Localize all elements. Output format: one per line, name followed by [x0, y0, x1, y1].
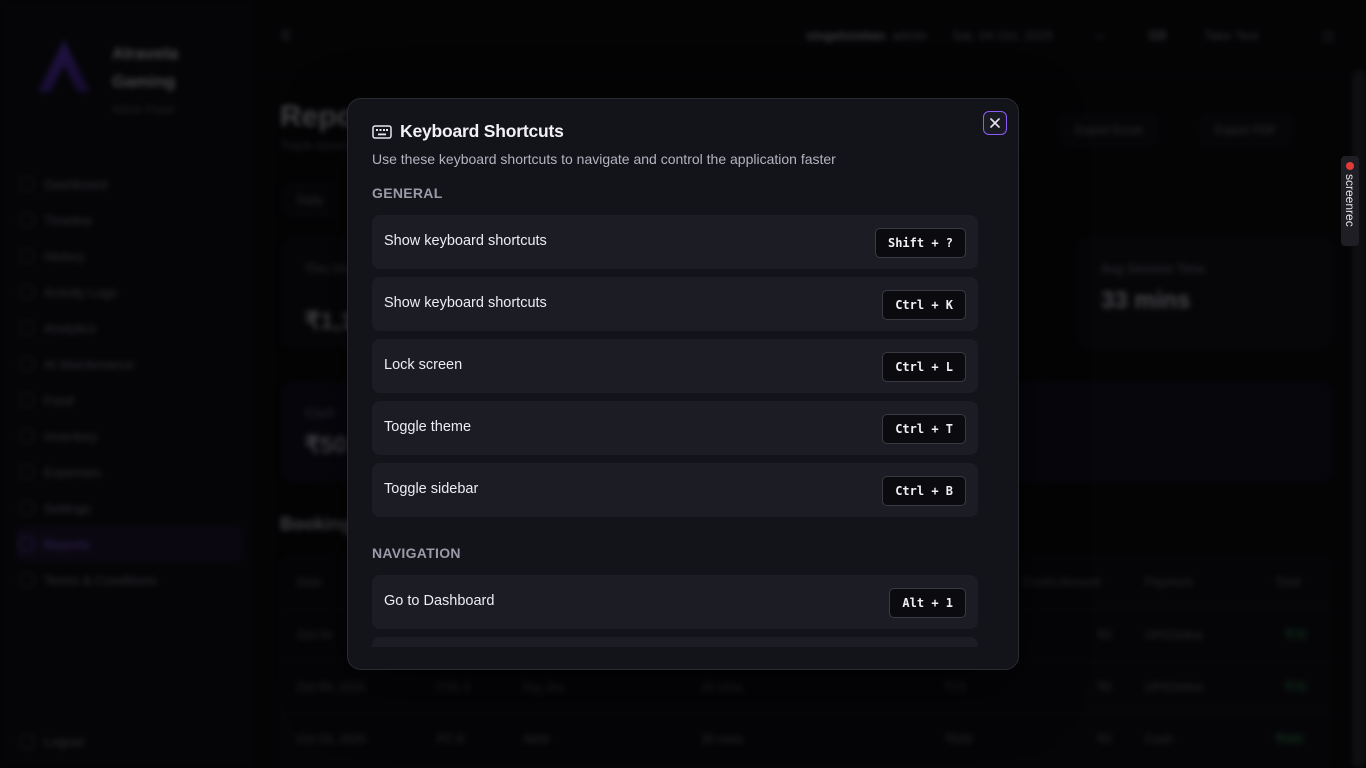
shortcuts-list[interactable]: GENERAL Show keyboard shortcuts Shift + … — [372, 183, 978, 647]
shortcut-keys: Alt + 1 — [889, 588, 966, 618]
shortcut-row: Go to Dashboard Alt + 1 — [372, 575, 978, 629]
dialog-description: Use these keyboard shortcuts to navigate… — [372, 151, 836, 167]
dialog-title: Keyboard Shortcuts — [400, 121, 564, 141]
record-icon — [1346, 162, 1354, 170]
shortcut-row: Toggle theme Ctrl + T — [372, 401, 978, 455]
shortcut-label: Go to Dashboard — [384, 593, 495, 609]
shortcut-label: Toggle theme — [384, 419, 472, 435]
shortcut-keys: Ctrl + L — [882, 352, 966, 382]
close-button[interactable] — [983, 111, 1007, 135]
shortcut-keys: Ctrl + B — [882, 476, 966, 506]
shortcut-keys: Shift + ? — [874, 228, 966, 258]
shortcut-row: Show keyboard shortcuts Shift + ? — [372, 215, 978, 269]
shortcut-keys: Ctrl + K — [882, 290, 966, 320]
shortcut-label: Show keyboard shortcuts — [384, 295, 547, 311]
shortcut-row: Lock screen Ctrl + L — [372, 339, 978, 393]
group-label-general: GENERAL — [372, 185, 443, 201]
screenrec-badge[interactable]: screenrec — [1341, 156, 1359, 246]
shortcut-row: Toggle sidebar Ctrl + B — [372, 463, 978, 517]
dialog-header: Keyboard Shortcuts — [372, 121, 564, 142]
close-icon — [990, 118, 1000, 128]
shortcut-label: Show keyboard shortcuts — [384, 233, 547, 249]
shortcut-label: Lock screen — [384, 357, 463, 373]
shortcut-keys: Ctrl + T — [882, 414, 966, 444]
screenrec-label: screenrec — [1343, 174, 1357, 227]
keyboard-shortcuts-dialog: Keyboard Shortcuts Use these keyboard sh… — [347, 98, 1019, 670]
shortcut-row: Show keyboard shortcuts Ctrl + K — [372, 277, 978, 331]
keyboard-icon — [372, 124, 392, 139]
shortcut-label: Toggle sidebar — [384, 481, 479, 497]
shortcut-row-partial — [372, 637, 978, 647]
group-label-navigation: NAVIGATION — [372, 545, 461, 561]
